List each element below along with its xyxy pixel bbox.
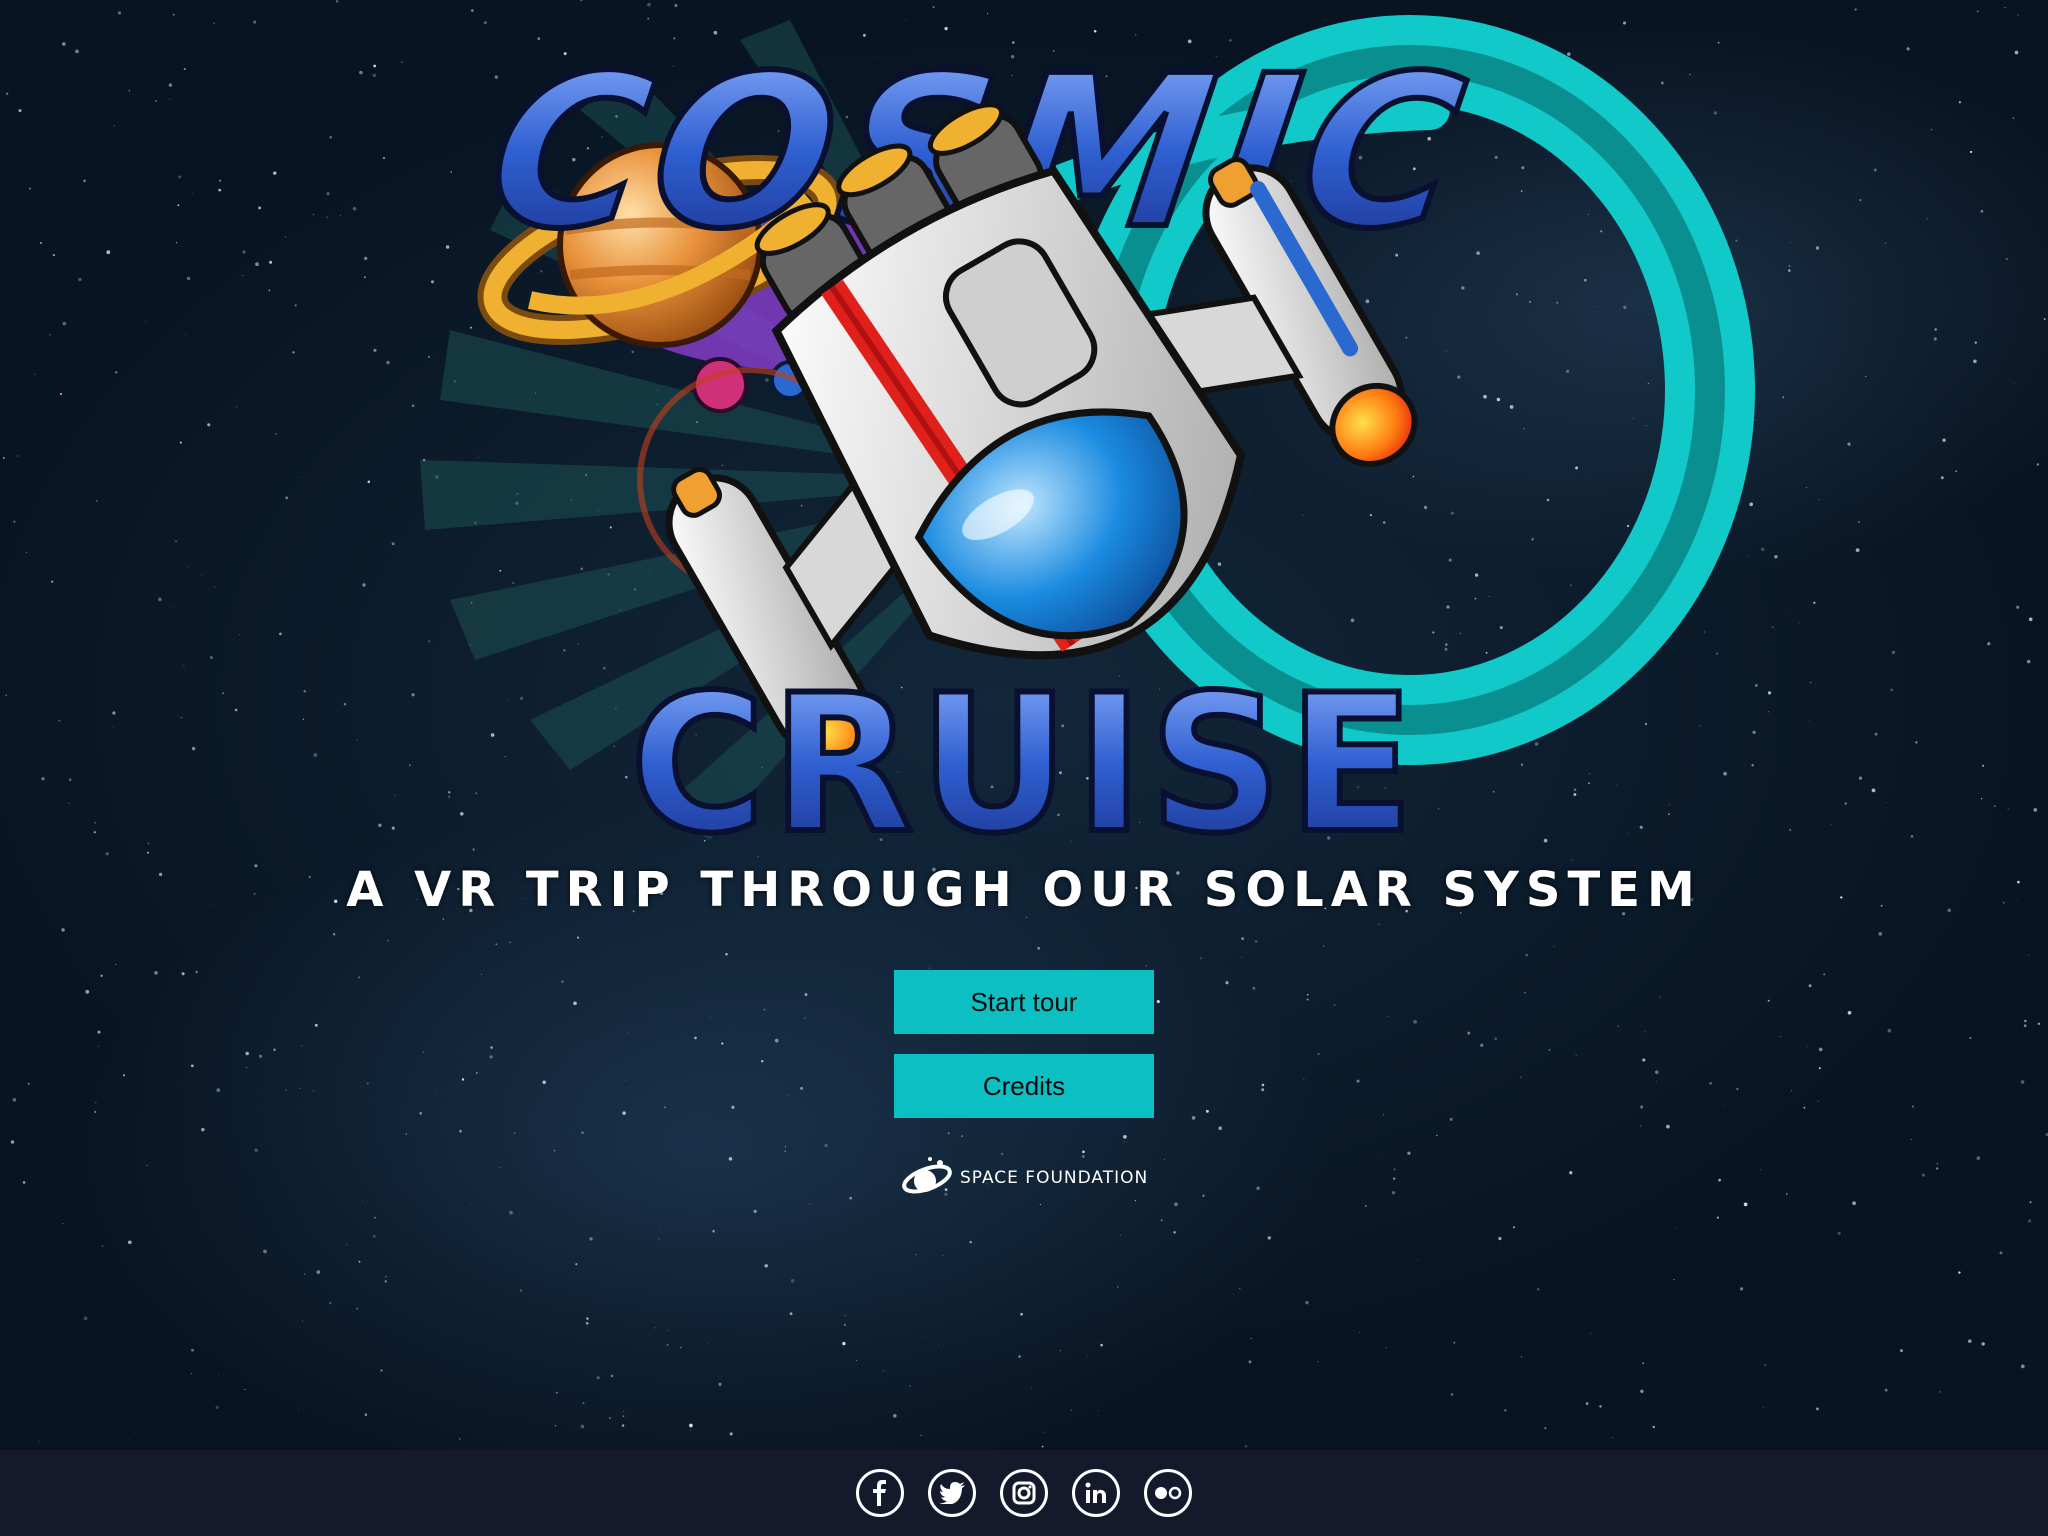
footer	[0, 1450, 2048, 1536]
instagram-icon[interactable]	[1000, 1469, 1048, 1517]
space-foundation-logo-icon	[902, 1157, 952, 1194]
splash-screen: COSMIC	[0, 0, 2048, 1536]
credits-button[interactable]: Credits	[894, 1054, 1154, 1118]
tagline: A VR TRIP THROUGH OUR SOLAR SYSTEM	[346, 862, 1702, 918]
start-tour-button[interactable]: Start tour	[894, 970, 1154, 1034]
flickr-icon[interactable]	[1144, 1469, 1192, 1517]
cosmic-cruise-logo: COSMIC	[420, 15, 1755, 860]
facebook-icon[interactable]	[856, 1469, 904, 1517]
sponsor-logo[interactable]: SPACE FOUNDATION	[900, 1150, 1148, 1206]
linkedin-icon[interactable]	[1072, 1469, 1120, 1517]
twitter-icon[interactable]	[928, 1469, 976, 1517]
sponsor-name: SPACE FOUNDATION	[960, 1168, 1149, 1188]
logo-title-bottom: CRUISE	[630, 654, 1420, 860]
